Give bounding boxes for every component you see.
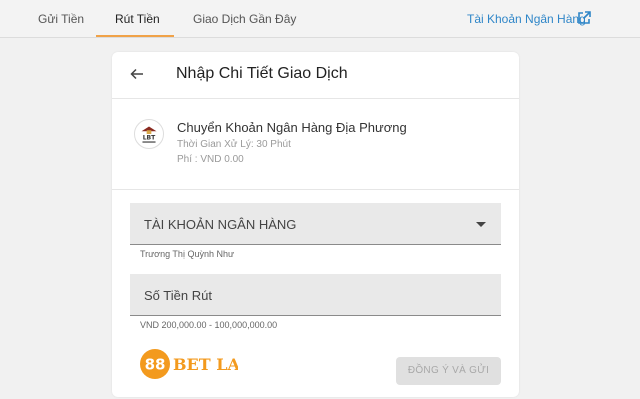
amount-placeholder: Số Tiền Rút bbox=[144, 288, 212, 303]
method-fee: Phí : VND 0.00 bbox=[177, 154, 244, 165]
bank-account-link[interactable]: Tài Khoản Ngân Hàng bbox=[467, 12, 586, 26]
method-name: Chuyển Khoản Ngân Hàng Địa Phương bbox=[177, 120, 407, 135]
submit-button[interactable]: ĐỒNG Ý VÀ GỬI bbox=[396, 357, 501, 385]
tab-deposit[interactable]: Gửi Tiền bbox=[38, 12, 84, 26]
payment-method: LBT Chuyển Khoản Ngân Hàng Địa Phương Th… bbox=[112, 100, 519, 190]
card-title: Nhập Chi Tiết Giao Dịch bbox=[176, 65, 348, 82]
tab-recent-transactions[interactable]: Giao Dịch Gần Đây bbox=[193, 12, 296, 26]
brand-text: BET LA bbox=[173, 355, 238, 374]
brand-number: 88 bbox=[145, 356, 166, 374]
svg-text:LBT: LBT bbox=[143, 135, 156, 142]
caret-down-icon bbox=[476, 222, 486, 227]
tab-withdraw[interactable]: Rút Tiền bbox=[115, 12, 160, 26]
lbt-bank-logo: LBT bbox=[134, 119, 164, 149]
top-navigation: Gửi Tiền Rút Tiền Giao Dịch Gần Đây Tài … bbox=[0, 0, 640, 38]
back-arrow-icon[interactable] bbox=[130, 67, 144, 81]
brand-logo: 88 BET LA bbox=[140, 349, 238, 379]
bank-account-select[interactable]: TÀI KHOẢN NGÂN HÀNG bbox=[130, 203, 501, 245]
card-header: Nhập Chi Tiết Giao Dịch bbox=[112, 52, 519, 99]
account-holder-name: Trương Thị Quỳnh Như bbox=[140, 249, 234, 259]
active-tab-indicator bbox=[96, 35, 174, 37]
processing-time: Thời Gian Xử Lý: 30 Phút bbox=[177, 139, 291, 150]
amount-input[interactable]: Số Tiền Rút bbox=[130, 274, 501, 316]
external-link-icon[interactable] bbox=[576, 10, 592, 26]
amount-range: VND 200,000.00 - 100,000,000.00 bbox=[140, 320, 278, 330]
transaction-card: Nhập Chi Tiết Giao Dịch LBT Chuyển Khoản… bbox=[112, 52, 519, 397]
bank-account-select-label: TÀI KHOẢN NGÂN HÀNG bbox=[144, 217, 297, 232]
